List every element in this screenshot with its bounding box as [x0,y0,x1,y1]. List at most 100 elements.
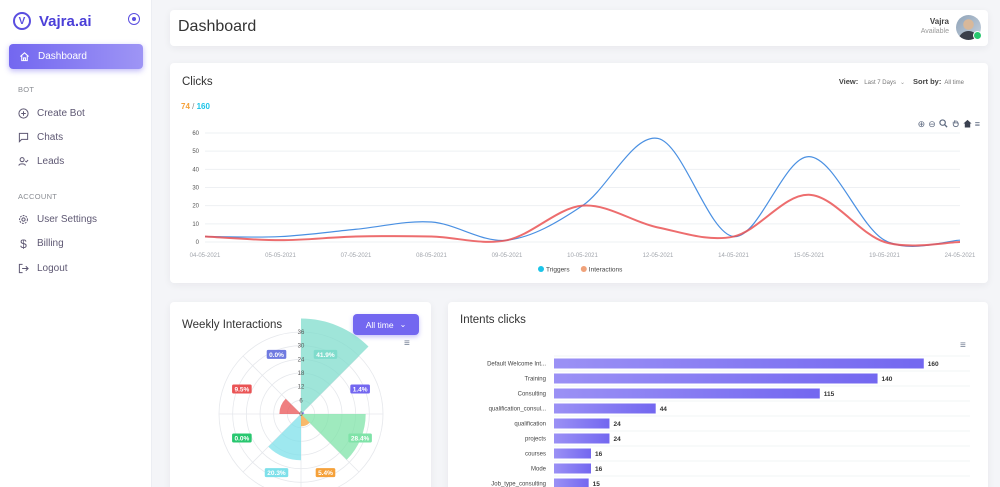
logout-icon [18,263,29,274]
sidebar-item-user-settings[interactable]: User Settings [18,214,97,225]
v-logo-icon: V [13,12,31,30]
polar-slice [301,318,369,414]
radial-tick-label: 36 [298,330,305,336]
bar [554,463,591,474]
bar [554,478,589,487]
legend-marker [538,266,544,272]
sort-select[interactable]: All time [944,80,964,86]
sidebar-item-label: Logout [37,263,68,274]
x-tick-label: 19-05-2021 [869,253,900,259]
data-label: 20.3% [267,470,286,477]
radio-toggle-icon[interactable] [128,13,140,25]
view-label: View: [838,77,859,86]
bar [554,433,610,444]
clicks-line-chart: 0 10 20 30 40 50 60 04-05-2021 05-05-2021 07-05-2… [190,131,976,274]
y-tick-label: 20 [192,204,199,210]
intents-clicks-card: Intents clicks ≡ Default Welcome Int... 1… [448,302,988,487]
sidebar-item-dashboard[interactable]: Dashboard [9,44,143,69]
bar [554,373,878,384]
polar-slice [268,414,301,461]
x-tick-label: 09-05-2021 [492,253,523,259]
y-tick-label: 50 [192,149,199,155]
bar-value-label: 44 [660,406,668,413]
x-tick-label: 04-05-2021 [190,253,221,259]
bar [554,403,656,414]
clicks-count: 74 / 160 [181,102,210,111]
radial-tick-label: 24 [298,357,305,363]
view-sort-controls: View: Last 7 Days ⌄ Sort by: All time [839,77,968,86]
clicks-title: Clicks [182,76,213,88]
bar-value-label: 115 [824,391,835,398]
legend-label: Triggers [546,267,570,274]
dollar-icon: $ [20,236,27,251]
clicks-count-separator: / [192,102,195,111]
category-label: projects [525,437,546,443]
x-tick-label: 05-05-2021 [265,253,296,259]
avatar[interactable] [956,15,982,40]
reset-home-icon[interactable] [963,119,972,130]
user-check-icon [18,156,29,167]
pan-hand-icon[interactable] [951,119,960,130]
chart-toolbar: ⊕ ⊖ ≡ [918,119,980,130]
category-label: Default Welcome Int... [487,362,546,368]
clicks-count-a: 74 [181,102,190,111]
home-icon [19,51,30,62]
bar-value-label: 16 [595,451,603,458]
user-name[interactable]: Vajra [930,17,949,26]
bar [554,388,820,399]
weekly-interactions-card: Weekly Interactions All time ⌄ ≡ 0 6 12 18 2… [170,302,431,487]
sidebar-item-label: Chats [37,132,64,143]
section-bot: BOT [18,85,35,94]
sidebar-item-label: User Settings [37,214,98,225]
data-label: 0.0% [234,435,249,442]
radial-tick-label: 12 [298,385,305,391]
brand-name: Vajra.ai [39,12,92,30]
intents-bar-chart: Default Welcome Int... 160 Training 140 Cons… [487,355,970,487]
sidebar-item-leads[interactable]: Leads [18,156,64,167]
view-select[interactable]: Last 7 Days [864,80,896,86]
x-tick-label: 24-05-2021 [945,253,976,259]
category-label: qualification_consul... [489,407,547,413]
sidebar-item-create-bot[interactable]: Create Bot [18,108,85,119]
sidebar-item-chats[interactable]: Chats [18,132,63,143]
category-label: Job_type_consulting [491,482,546,487]
sidebar-item-logout[interactable]: Logout [18,263,68,274]
sidebar: V Vajra.ai Dashboard BOT Create Bot Chat… [0,0,152,487]
view-dropdown-icon[interactable]: ⌄ [900,79,905,86]
y-tick-label: 40 [192,167,199,173]
gear-icon [18,214,29,225]
sort-label: Sort by: [912,77,942,86]
sidebar-item-label: Create Bot [37,108,85,119]
sidebar-item-label: Billing [37,238,64,249]
user-status: Available [920,28,949,35]
bar-value-label: 160 [928,361,939,368]
legend-marker [580,266,587,272]
bar-value-label: 24 [613,421,621,428]
sidebar-item-billing[interactable]: $ Billing [18,236,64,251]
data-label: 9.5% [234,387,249,394]
bar [554,448,591,459]
y-tick-label: 10 [192,222,199,228]
clicks-card: Clicks 74 / 160 View: Last 7 Days ⌄ Sort… [170,63,988,283]
radial-tick-label: 30 [298,344,305,350]
menu-icon[interactable]: ≡ [975,119,980,130]
data-label: 5.4% [318,470,333,477]
y-tick-label: 30 [192,186,199,192]
category-label: Training [525,377,546,383]
sidebar-item-label: Dashboard [38,51,87,62]
category-label: Mode [531,467,547,473]
zoom-in-icon[interactable]: ⊕ [918,119,926,130]
bar-value-label: 15 [593,481,601,487]
radial-tick-label: 18 [298,371,305,377]
bar-value-label: 16 [595,466,603,473]
data-label: 41.9% [316,352,335,359]
bar [554,358,924,369]
magnifier-icon[interactable] [939,119,948,130]
category-label: courses [525,452,546,458]
clicks-count-b: 160 [196,102,210,111]
y-tick-label: 60 [192,131,199,137]
section-account: ACCOUNT [18,192,58,201]
zoom-out-icon[interactable]: ⊖ [928,119,936,130]
x-tick-label: 12-05-2021 [643,253,674,259]
x-tick-label: 10-05-2021 [567,253,598,259]
